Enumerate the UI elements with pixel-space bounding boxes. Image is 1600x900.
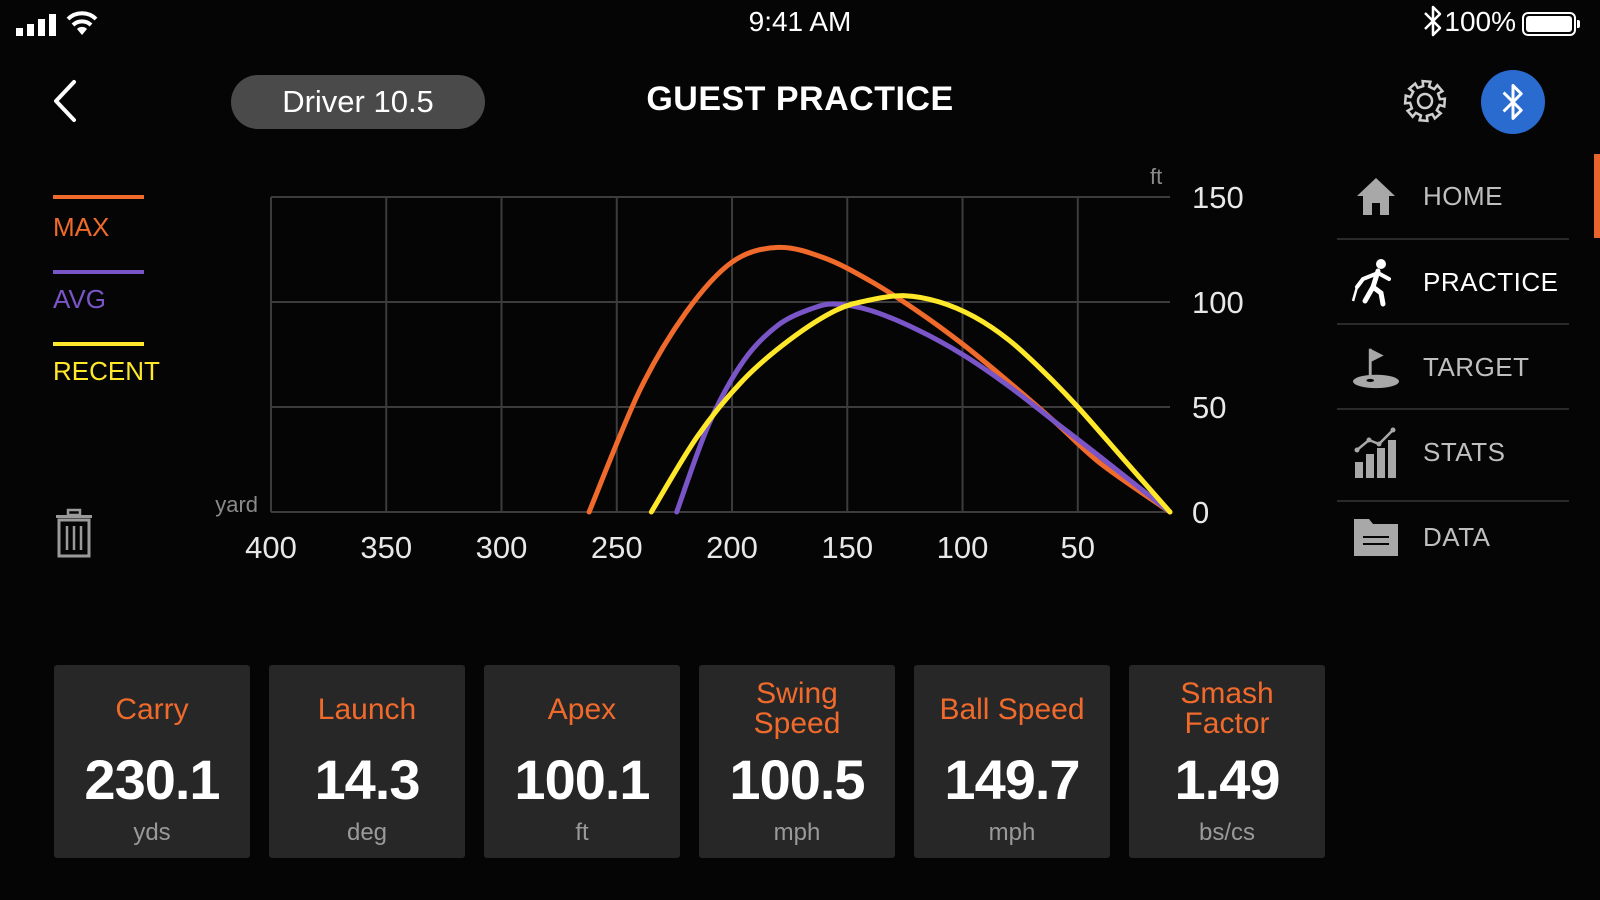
nav-label-home: HOME bbox=[1423, 180, 1503, 211]
x-tick-label: 400 bbox=[245, 530, 297, 565]
nav-item-data[interactable]: DATA bbox=[1337, 495, 1569, 579]
home-icon bbox=[1351, 171, 1401, 221]
metric-title: Ball Speed bbox=[939, 693, 1085, 726]
nav-label-data: DATA bbox=[1423, 521, 1491, 552]
nav-item-home[interactable]: HOME bbox=[1337, 154, 1569, 238]
nav-active-indicator bbox=[1594, 154, 1600, 238]
metric-card-swing-speed: Swing Speed 100.5 mph bbox=[699, 665, 895, 858]
nav-item-target[interactable]: TARGET bbox=[1337, 325, 1569, 409]
metric-card-ball-speed: Ball Speed 149.7 mph bbox=[914, 665, 1110, 858]
metric-title: Launch bbox=[317, 693, 417, 726]
x-tick-label: 250 bbox=[591, 530, 643, 565]
metric-value: 230.1 bbox=[84, 748, 220, 811]
x-tick-label: 50 bbox=[1061, 530, 1095, 565]
metric-value: 100.5 bbox=[729, 748, 865, 811]
metric-card-carry: Carry 230.1 yds bbox=[54, 665, 250, 858]
metric-title-line2: Speed bbox=[753, 707, 841, 740]
metric-value: 14.3 bbox=[314, 748, 421, 811]
metric-value: 100.1 bbox=[514, 748, 650, 811]
golfer-swing-icon bbox=[1351, 257, 1401, 307]
x-tick-label: 100 bbox=[937, 530, 989, 565]
nav-item-practice[interactable]: PRACTICE bbox=[1337, 240, 1569, 324]
flag-green-icon bbox=[1351, 342, 1401, 392]
series-line-avg bbox=[674, 301, 1173, 515]
metric-title-line2: Factor bbox=[1184, 707, 1270, 740]
metric-unit: mph bbox=[773, 819, 821, 846]
metric-title: Swing bbox=[756, 677, 838, 710]
folder-icon bbox=[1351, 512, 1401, 562]
nav-label-stats: STATS bbox=[1423, 436, 1506, 467]
metric-card-apex: Apex 100.1 ft bbox=[484, 665, 680, 858]
x-tick-label: 350 bbox=[360, 530, 412, 565]
y-axis-unit-label: ft bbox=[1150, 164, 1162, 189]
nav-item-stats[interactable]: STATS bbox=[1337, 410, 1569, 494]
y-tick-label: 150 bbox=[1192, 180, 1244, 215]
x-tick-label: 200 bbox=[706, 530, 758, 565]
metric-value: 1.49 bbox=[1174, 748, 1281, 811]
metric-unit: bs/cs bbox=[1198, 819, 1255, 846]
nav-label-target: TARGET bbox=[1423, 351, 1530, 382]
metric-value: 149.7 bbox=[944, 748, 1080, 811]
y-tick-label: 100 bbox=[1192, 285, 1244, 320]
metric-card-launch: Launch 14.3 deg bbox=[269, 665, 465, 858]
metric-title: Apex bbox=[547, 693, 617, 726]
metric-unit: ft bbox=[575, 819, 589, 846]
y-tick-label: 50 bbox=[1192, 390, 1226, 425]
x-tick-label: 150 bbox=[821, 530, 873, 565]
metric-unit: mph bbox=[988, 819, 1036, 846]
x-axis-unit-label: yard bbox=[215, 492, 258, 517]
metric-unit: yds bbox=[133, 819, 171, 846]
x-tick-label: 300 bbox=[476, 530, 528, 565]
y-tick-label: 0 bbox=[1192, 495, 1209, 530]
metric-card-smash-factor: Smash Factor 1.49 bs/cs bbox=[1129, 665, 1325, 858]
nav-label-practice: PRACTICE bbox=[1423, 266, 1559, 297]
metric-unit: deg bbox=[346, 819, 388, 846]
metric-title: Carry bbox=[115, 693, 189, 726]
metric-title: Smash bbox=[1180, 677, 1274, 710]
bar-chart-icon bbox=[1351, 427, 1401, 478]
trash-icon[interactable] bbox=[52, 508, 96, 558]
